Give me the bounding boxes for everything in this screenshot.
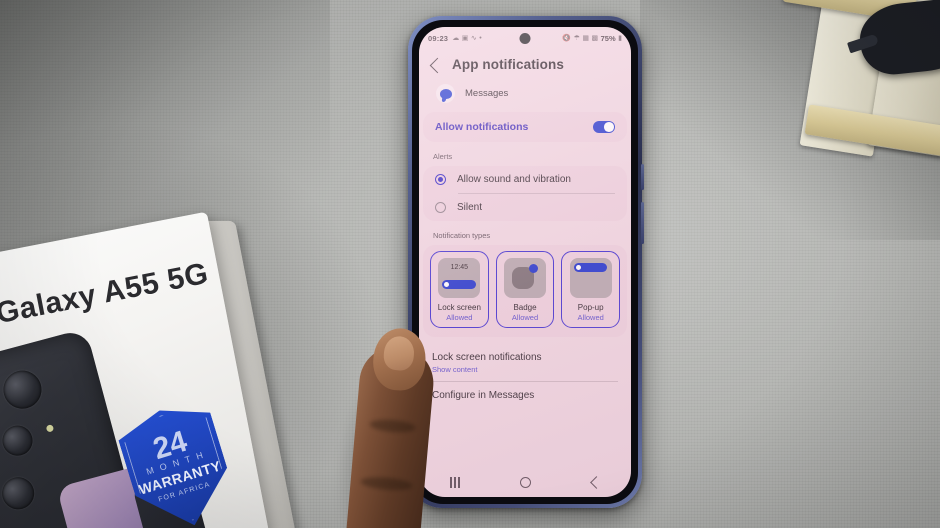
- dot-icon: •: [479, 34, 482, 42]
- screenshot-scene: Galaxy A55 5G 24 M O N T H WARRANTY FOR …: [0, 0, 940, 528]
- recents-icon[interactable]: [449, 476, 460, 488]
- scene-vignette: [0, 0, 940, 528]
- battery-icon: ▮: [618, 34, 622, 42]
- camera-icon: ▣: [461, 34, 469, 42]
- cloud-icon: ☁: [452, 34, 460, 42]
- sound-wave-icon: ∿: [470, 34, 477, 42]
- wifi-icon: ☂: [573, 34, 580, 42]
- battery-percent-label: 75%: [600, 33, 616, 43]
- status-bar-left-icons: ☁ ▣ ∿ •: [452, 35, 481, 42]
- status-bar-time: 09:23: [428, 33, 449, 43]
- signal-icon: ▩: [591, 34, 599, 42]
- mute-icon: 🔇: [562, 34, 572, 42]
- back-icon[interactable]: [589, 475, 603, 489]
- front-camera-punch-hole: [519, 33, 531, 44]
- navigation-bar: [419, 467, 631, 497]
- status-bar-right-icons: 🔇 ☂ ▦ ▩ 75% ▮: [562, 34, 622, 43]
- home-icon[interactable]: [520, 476, 532, 488]
- sim-icon: ▦: [582, 34, 589, 42]
